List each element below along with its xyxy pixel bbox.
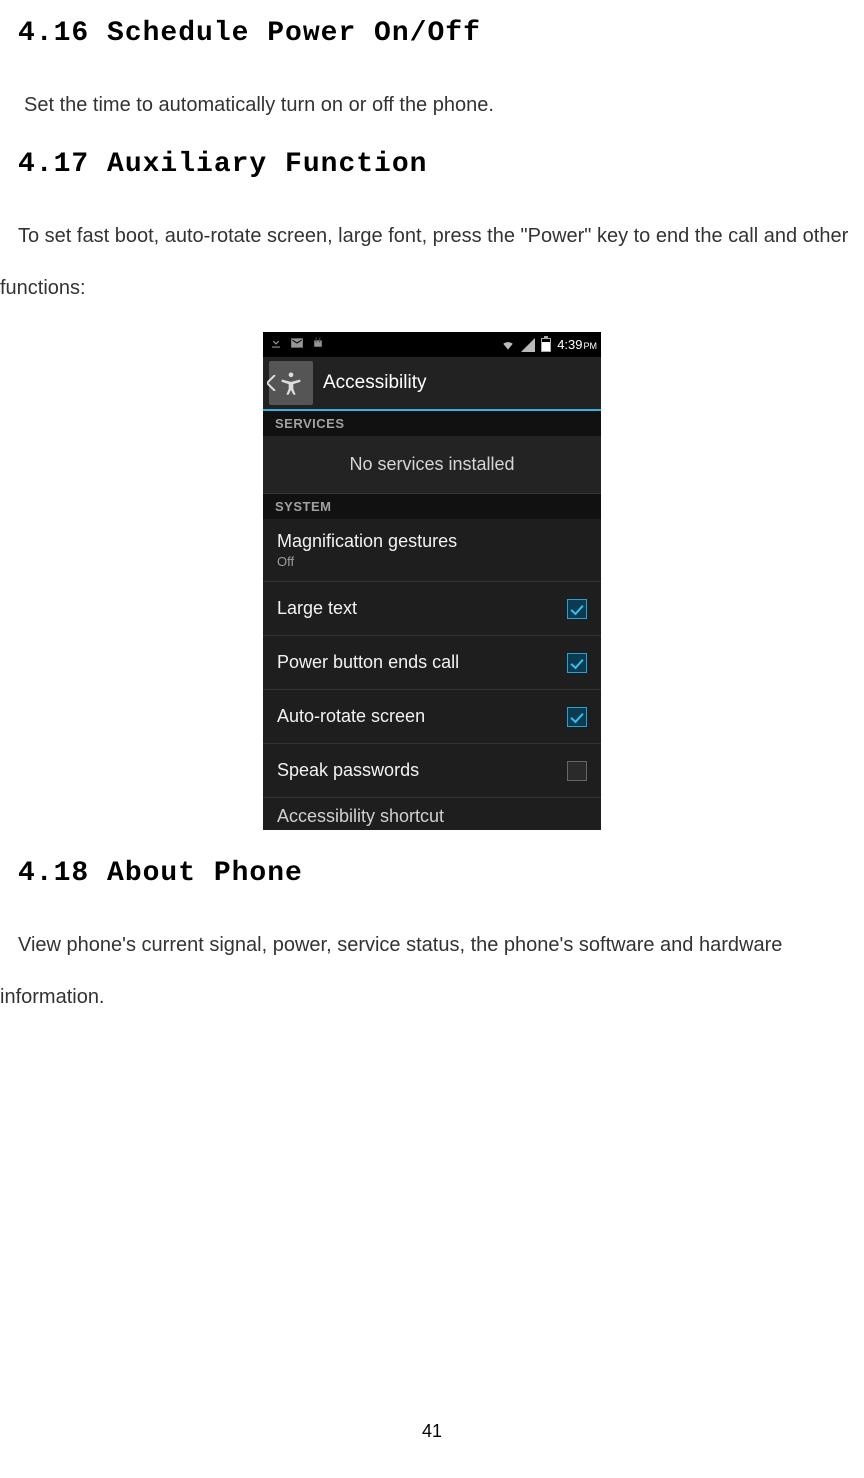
screenshot-figure: 4:39PM Accessibility SERVICES No service… xyxy=(0,332,864,830)
row-large-text-label: Large text xyxy=(277,598,357,619)
back-button[interactable] xyxy=(269,361,313,405)
row-power-ends-call[interactable]: Power button ends call xyxy=(263,636,601,690)
status-bar: 4:39PM xyxy=(263,332,601,357)
paragraph-4-17: To set fast boot, auto-rotate screen, la… xyxy=(0,210,864,314)
checkbox-large-text[interactable] xyxy=(567,599,587,619)
row-accessibility-shortcut-label: Accessibility shortcut xyxy=(277,806,444,827)
row-accessibility-shortcut[interactable]: Accessibility shortcut xyxy=(263,798,601,830)
battery-icon xyxy=(541,338,551,352)
section-system: SYSTEM xyxy=(263,494,601,519)
row-auto-rotate[interactable]: Auto-rotate screen xyxy=(263,690,601,744)
checkbox-power-ends-call[interactable] xyxy=(567,653,587,673)
row-power-ends-call-label: Power button ends call xyxy=(277,652,459,673)
chevron-left-icon xyxy=(267,375,277,396)
row-magnification-sub: Off xyxy=(277,554,457,569)
signal-icon xyxy=(521,338,535,352)
actionbar-title: Accessibility xyxy=(323,372,426,394)
paragraph-4-18: View phone's current signal, power, serv… xyxy=(0,919,864,1023)
row-large-text[interactable]: Large text xyxy=(263,582,601,636)
no-services-row: No services installed xyxy=(263,436,601,494)
wifi-icon xyxy=(501,338,515,352)
heading-4-17: 4.17 Auxiliary Function xyxy=(18,149,864,180)
checkbox-speak-passwords[interactable] xyxy=(567,761,587,781)
heading-4-16: 4.16 Schedule Power On/Off xyxy=(18,18,864,49)
section-services: SERVICES xyxy=(263,411,601,436)
row-magnification-label: Magnification gestures xyxy=(277,531,457,552)
row-auto-rotate-label: Auto-rotate screen xyxy=(277,706,425,727)
download-icon xyxy=(269,336,283,350)
status-time: 4:39PM xyxy=(557,337,597,352)
row-magnification[interactable]: Magnification gestures Off xyxy=(263,519,601,582)
paragraph-4-16: Set the time to automatically turn on or… xyxy=(0,79,864,131)
phone-screenshot: 4:39PM Accessibility SERVICES No service… xyxy=(263,332,601,830)
status-notifications xyxy=(269,336,325,350)
action-bar: Accessibility xyxy=(263,357,601,411)
checkbox-auto-rotate[interactable] xyxy=(567,707,587,727)
page-number: 41 xyxy=(0,1421,864,1442)
row-speak-passwords-label: Speak passwords xyxy=(277,760,419,781)
heading-4-18: 4.18 About Phone xyxy=(18,858,864,889)
accessibility-icon xyxy=(277,369,305,397)
row-speak-passwords[interactable]: Speak passwords xyxy=(263,744,601,798)
android-icon xyxy=(311,336,325,350)
no-services-label: No services installed xyxy=(349,454,514,475)
mail-icon xyxy=(289,336,305,350)
